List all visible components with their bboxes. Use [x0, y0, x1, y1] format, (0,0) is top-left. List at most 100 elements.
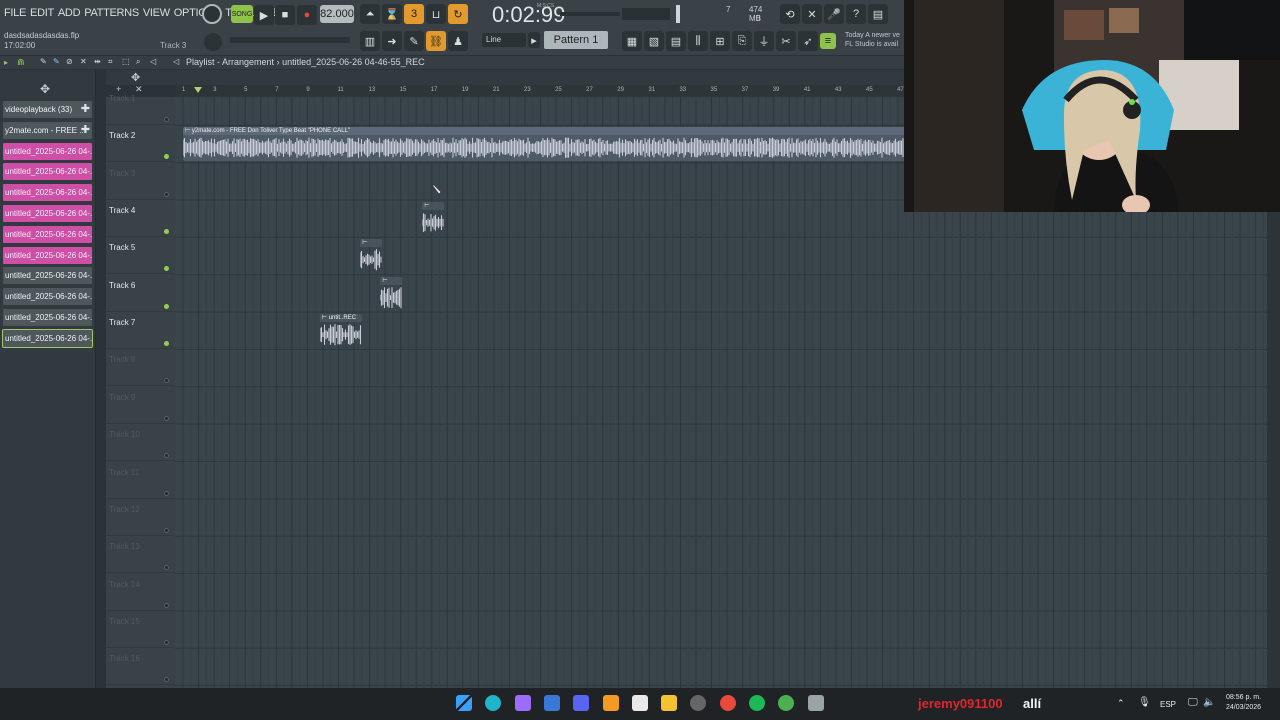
chrome-icon[interactable]	[719, 695, 736, 711]
explorer-icon[interactable]	[661, 695, 678, 711]
track-mute-led[interactable]	[164, 565, 169, 571]
track-header-11[interactable]: Track 11	[106, 462, 175, 499]
track-mute-led[interactable]	[164, 490, 169, 496]
menu-edit[interactable]: EDIT	[30, 7, 54, 19]
picker-item[interactable]: untitled_2025-06-26 04-..	[3, 246, 92, 264]
track-header-3[interactable]: Track 3	[106, 163, 175, 200]
picker-item[interactable]: untitled_2025-06-26 04-..	[3, 267, 92, 285]
save-icon[interactable]: ▤	[868, 4, 888, 24]
delete-tool-icon[interactable]: ⊘	[66, 57, 73, 66]
audio-clip[interactable]: ⊢ y2mate.com - FREE Don Toliver Type Bea…	[183, 127, 906, 161]
track-header-7[interactable]: Track 7	[106, 312, 175, 350]
track-header-4[interactable]: Track 4	[106, 200, 175, 238]
track-mute-led[interactable]	[164, 415, 169, 421]
audio-clip[interactable]: ⊢	[360, 239, 382, 272]
main-volume-slider[interactable]	[230, 37, 350, 43]
track-mute-led[interactable]	[164, 677, 169, 683]
record-icon[interactable]: ●	[297, 5, 317, 25]
pattern-prev-icon[interactable]: ▸	[528, 32, 540, 48]
spotify-icon[interactable]	[749, 695, 765, 711]
picker-item[interactable]: untitled_2025-06-26 04-..	[3, 288, 92, 306]
track-mute-led[interactable]	[164, 117, 169, 122]
arrangement-arrow-icon[interactable]: ◁	[173, 57, 179, 66]
song-position-display[interactable]: 0:02:99	[492, 2, 565, 28]
playhead-marker-icon[interactable]	[194, 87, 202, 93]
pattern-song-knob-icon[interactable]	[202, 4, 222, 24]
tray-chevron-icon[interactable]: ⌃	[1117, 698, 1125, 709]
track-header-15[interactable]: Track 15	[106, 611, 175, 648]
vertical-scrollbar[interactable]	[1267, 212, 1280, 688]
track-header-12[interactable]: Track 12	[106, 499, 175, 536]
volume-icon[interactable]: 🔈	[1203, 697, 1215, 708]
track-header-13[interactable]: Track 13	[106, 536, 175, 574]
playback-tool-icon[interactable]: ◁	[150, 57, 156, 66]
track-mute-led[interactable]	[164, 378, 169, 384]
playlist-icon[interactable]: ▦	[622, 31, 642, 51]
metronome-icon[interactable]: ⏶	[360, 4, 380, 24]
tools-icon[interactable]: ✂	[776, 31, 796, 51]
pattern-selector[interactable]: Pattern 1	[544, 31, 608, 49]
menu-patterns[interactable]: PATTERNS	[84, 7, 139, 19]
news-panel[interactable]: Today A newer ve FL Studio is avail	[845, 31, 903, 49]
playlist-window-title[interactable]: Playlist - Arrangement	[186, 57, 274, 67]
move-icon[interactable]: ✥	[131, 71, 140, 84]
mix-icon[interactable]: ➶	[798, 31, 818, 51]
picker-item[interactable]: untitled_2025-06-26 04-..	[2, 328, 93, 348]
track-mute-led[interactable]	[164, 303, 169, 309]
picker-item[interactable]: untitled_2025-06-26 04-..	[3, 142, 92, 160]
track-mute-led[interactable]	[164, 639, 169, 645]
microphone-icon[interactable]: 🎤	[824, 4, 844, 24]
track-header-10[interactable]: Track 10	[106, 424, 175, 462]
timeline-ruler[interactable]: 1 3 5 7 9 11 13 15 17 19 21 23 25 27 29 31 33 35 37 39 41 43 4…	[175, 85, 904, 97]
tempo-display[interactable]: 82.000	[320, 5, 354, 23]
picker-item[interactable]: untitled_2025-06-26 04-..	[3, 309, 92, 326]
track-mute-led[interactable]	[164, 341, 169, 347]
picker-item[interactable]: untitled_2025-06-26 04-..	[3, 163, 92, 181]
pencil-icon[interactable]: ✎	[404, 31, 424, 51]
arrow-right-icon[interactable]: ➜	[382, 31, 402, 51]
track-mute-led[interactable]	[164, 266, 169, 272]
track-header-8[interactable]: Track 8	[106, 349, 175, 387]
countdown-icon[interactable]: 3	[404, 4, 424, 24]
audio-clip[interactable]: ⊢	[422, 202, 445, 235]
play-indicator-icon[interactable]: ▸	[4, 58, 8, 67]
track-header-6[interactable]: Track 6	[106, 275, 175, 312]
picker-item[interactable]: untitled_2025-06-26 04-..	[3, 205, 92, 222]
track-header-9[interactable]: Track 9	[106, 387, 175, 424]
settings-icon[interactable]	[807, 695, 824, 711]
slip-tool-icon[interactable]: ⇹	[94, 57, 101, 66]
magnet-icon[interactable]: ⋒	[17, 57, 27, 67]
start-icon[interactable]	[456, 695, 472, 711]
mute-tool-icon[interactable]: ✕	[80, 57, 87, 66]
track-header-16[interactable]: Track 16	[106, 648, 175, 686]
menu-file[interactable]: FILE	[4, 7, 26, 19]
undo-icon[interactable]: ⟲	[780, 4, 800, 24]
link-icon[interactable]: ⛓	[426, 31, 446, 51]
network-icon[interactable]: 🖵	[1188, 697, 1198, 708]
plugin-icon[interactable]: ⏚	[754, 31, 774, 51]
track-mute-led[interactable]	[164, 453, 169, 459]
song-mode-button[interactable]: SONG	[231, 5, 253, 23]
browser-tree-icon[interactable]: ⊞	[710, 31, 730, 51]
discord-icon[interactable]	[573, 695, 590, 711]
menu-view[interactable]: VIEW	[143, 7, 170, 19]
picker-item[interactable]: y2mate.com - FREE .. ✚	[3, 121, 92, 139]
help-icon[interactable]: ?	[846, 4, 866, 24]
menu-add[interactable]: ADD	[58, 7, 81, 19]
widgets-icon[interactable]	[543, 695, 560, 711]
piano-roll-icon[interactable]: ▧	[644, 31, 664, 51]
close-icon[interactable]: ✕	[802, 4, 822, 24]
track-mute-led[interactable]	[164, 154, 169, 160]
copilot-icon[interactable]	[514, 695, 531, 711]
slice-tool-icon[interactable]: ⌗	[108, 57, 113, 67]
stamp-icon[interactable]: ♟	[448, 31, 468, 51]
audio-clip[interactable]: ⊢ untit..REC	[319, 314, 362, 347]
loop-record-icon[interactable]: ↻	[448, 4, 468, 24]
fl-studio-icon[interactable]	[602, 695, 619, 711]
picker-item[interactable]: untitled_2025-06-26 04-..	[3, 184, 92, 202]
tray-mic-icon[interactable]: 🎙	[1138, 697, 1151, 708]
audio-clip[interactable]: ⊢	[380, 276, 403, 310]
draw-tool-icon[interactable]: ✎	[40, 57, 47, 66]
picker-item[interactable]: untitled_2025-06-26 04-..	[3, 225, 92, 243]
track-header-2[interactable]: Track 2	[106, 125, 175, 163]
